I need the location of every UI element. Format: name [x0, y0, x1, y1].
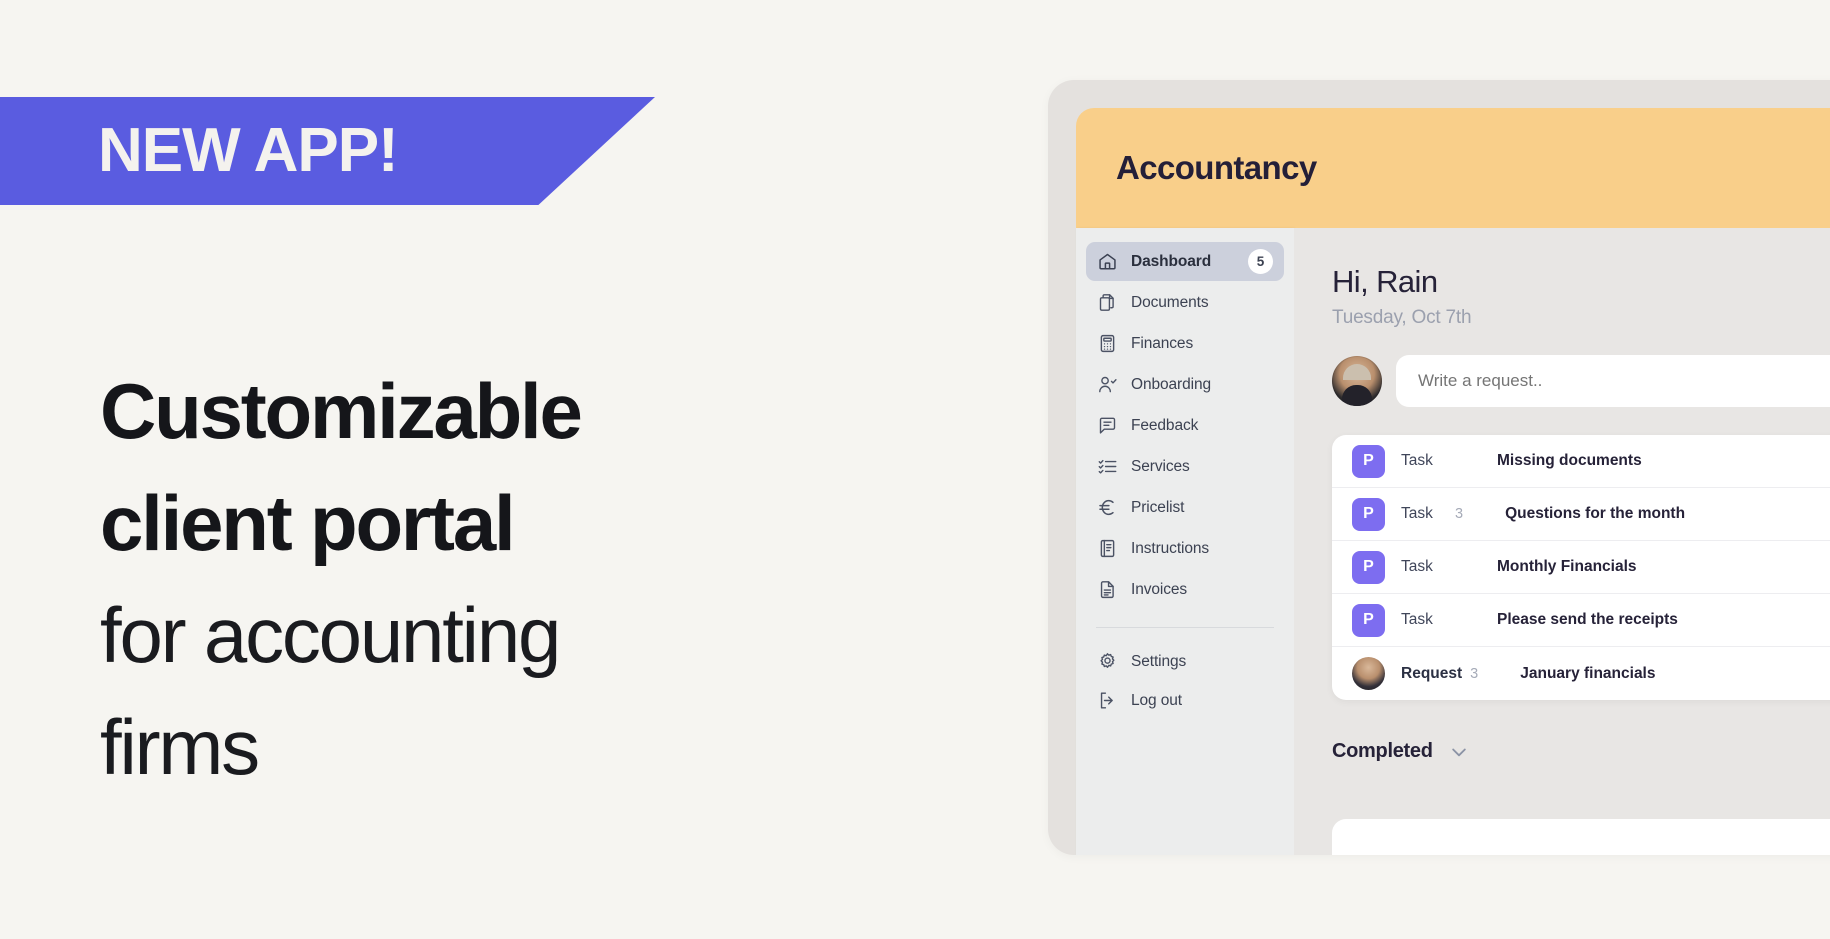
request-composer [1332, 353, 1830, 409]
task-kind: Request [1401, 664, 1463, 682]
dashboard-main: Hi, Rain Tuesday, Oct 7th P Task Missing… [1294, 228, 1830, 855]
sidebar-item-label: Documents [1131, 293, 1209, 311]
app-header: Accountancy [1076, 108, 1830, 228]
chat-icon [1097, 415, 1118, 436]
app-body: Dashboard 5 Documents Finances Onboardin… [1076, 228, 1830, 855]
headline-line-3: for accounting [100, 591, 561, 679]
app-title: Accountancy [1116, 149, 1317, 186]
priority-tag: P [1352, 444, 1385, 478]
sidebar-badge-dashboard: 5 [1248, 249, 1273, 274]
table-row[interactable]: P Task 3 Questions for the month [1332, 488, 1830, 541]
greeting-date: Tuesday, Oct 7th [1332, 307, 1472, 328]
sidebar-item-feedback[interactable]: Feedback [1086, 406, 1284, 445]
sidebar-item-label: Settings [1131, 652, 1187, 670]
requester-avatar [1352, 657, 1385, 690]
sidebar-item-instructions[interactable]: Instructions [1086, 529, 1284, 568]
task-title: January financials [1520, 664, 1656, 682]
task-kind: Task [1401, 611, 1433, 628]
calculator-icon [1097, 333, 1118, 354]
sidebar-item-settings[interactable]: Settings [1086, 642, 1284, 681]
app-window: Accountancy Dashboard 5 Documents Financ… [1048, 80, 1830, 855]
completed-label: Completed [1332, 740, 1433, 762]
task-list: P Task Missing documents P Task 3 Questi… [1332, 435, 1830, 700]
sidebar: Dashboard 5 Documents Finances Onboardin… [1076, 228, 1294, 855]
chevron-down-icon [1449, 742, 1469, 762]
sidebar-nav: Dashboard 5 Documents Finances Onboardin… [1086, 242, 1284, 609]
task-kind: Task [1401, 558, 1433, 575]
avatar [1332, 356, 1382, 406]
invoice-icon [1097, 579, 1118, 600]
sidebar-item-finances[interactable]: Finances [1086, 324, 1284, 363]
task-count: 3 [1455, 506, 1464, 522]
checklist-icon [1097, 456, 1118, 477]
completed-list-placeholder [1332, 819, 1830, 855]
task-kind: Task [1401, 452, 1433, 469]
documents-icon [1097, 292, 1118, 313]
headline-line-4: firms [100, 703, 260, 791]
promo-graphic: NEW APP! Customizable client portal for … [0, 0, 1830, 939]
table-row[interactable]: Request 3 January financials [1332, 647, 1830, 700]
user-check-icon [1097, 374, 1118, 395]
sidebar-item-dashboard[interactable]: Dashboard 5 [1086, 242, 1284, 281]
sidebar-item-invoices[interactable]: Invoices [1086, 570, 1284, 609]
home-icon [1097, 251, 1118, 272]
sidebar-item-label: Finances [1131, 334, 1194, 352]
new-app-banner: NEW APP! [0, 97, 655, 205]
sidebar-bottom-nav: Settings Log out [1086, 642, 1284, 720]
sidebar-item-services[interactable]: Services [1086, 447, 1284, 486]
sidebar-item-label: Invoices [1131, 580, 1188, 598]
new-app-banner-label: NEW APP! [98, 116, 399, 185]
sidebar-item-label: Feedback [1131, 416, 1199, 434]
greeting-title: Hi, Rain [1332, 264, 1438, 299]
sidebar-item-logout[interactable]: Log out [1086, 681, 1284, 720]
sidebar-item-pricelist[interactable]: Pricelist [1086, 488, 1284, 527]
task-title: Missing documents [1497, 452, 1642, 469]
book-icon [1097, 538, 1118, 559]
completed-section-toggle[interactable]: Completed [1332, 740, 1830, 763]
sidebar-item-label: Log out [1131, 691, 1183, 709]
priority-tag: P [1352, 603, 1385, 637]
headline-line-2: client portal [100, 479, 516, 567]
sidebar-item-label: Pricelist [1131, 498, 1185, 516]
task-title: Please send the receipts [1497, 611, 1678, 628]
request-input[interactable] [1396, 355, 1830, 407]
task-title: Questions for the month [1505, 505, 1686, 522]
table-row[interactable]: P Task Please send the receipts [1332, 594, 1830, 647]
sidebar-item-label: Dashboard [1131, 252, 1212, 270]
sidebar-item-onboarding[interactable]: Onboarding [1086, 365, 1284, 404]
headline-block: Customizable client portal for accountin… [100, 355, 820, 803]
sidebar-item-label: Instructions [1131, 539, 1210, 557]
headline-line-1: Customizable [100, 367, 583, 455]
gear-icon [1097, 651, 1118, 672]
logout-icon [1097, 690, 1118, 711]
priority-tag: P [1352, 497, 1385, 531]
euro-icon [1097, 497, 1118, 518]
table-row[interactable]: P Task Missing documents [1332, 435, 1830, 488]
task-count: 3 [1470, 665, 1479, 682]
table-row[interactable]: P Task Monthly Financials [1332, 541, 1830, 594]
sidebar-item-label: Services [1131, 457, 1190, 475]
sidebar-divider [1096, 627, 1274, 628]
priority-tag: P [1352, 550, 1385, 584]
task-kind: Task [1401, 505, 1433, 522]
sidebar-item-documents[interactable]: Documents [1086, 283, 1284, 322]
task-title: Monthly Financials [1497, 558, 1637, 575]
sidebar-item-label: Onboarding [1131, 375, 1212, 393]
